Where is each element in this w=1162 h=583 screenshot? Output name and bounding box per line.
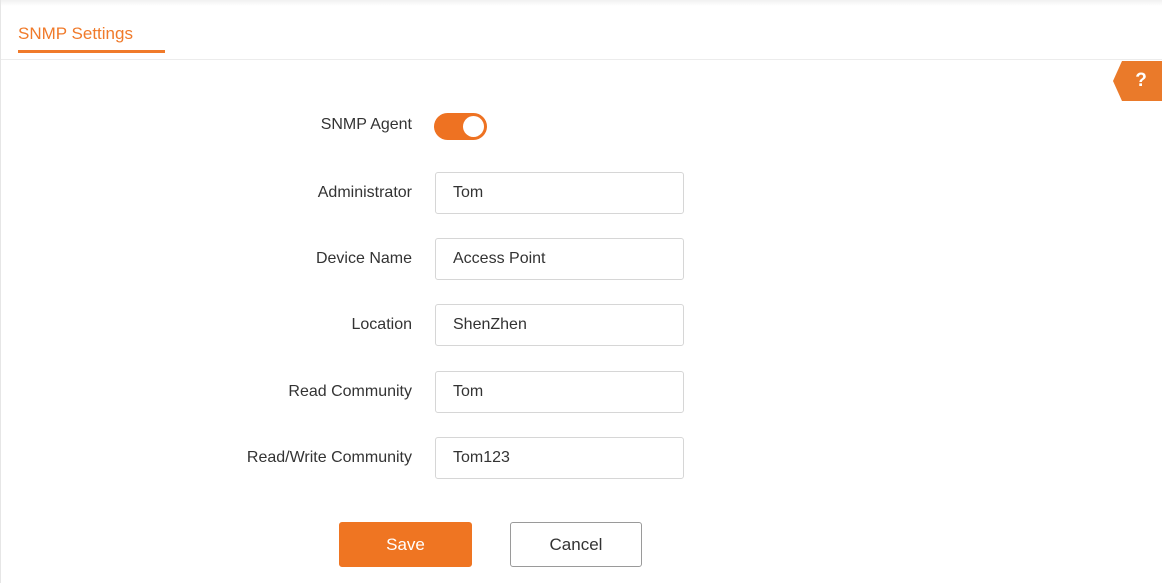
administrator-input[interactable] (435, 172, 684, 214)
row-location: Location (1, 304, 1162, 346)
snmp-settings-panel: SNMP Settings ? SNMP Agent Administrator… (0, 0, 1162, 583)
snmp-agent-label: SNMP Agent (320, 116, 412, 133)
cancel-button[interactable]: Cancel (510, 522, 642, 567)
row-device-name: Device Name (1, 238, 1162, 280)
page-title: SNMP Settings (18, 24, 133, 43)
location-input[interactable] (435, 304, 684, 346)
row-read-community: Read Community (1, 371, 1162, 413)
toggle-knob (463, 116, 484, 137)
read-write-community-label: Read/Write Community (246, 449, 412, 466)
title-underline (18, 50, 165, 53)
read-community-input[interactable] (435, 371, 684, 413)
location-label: Location (351, 316, 413, 333)
device-name-input[interactable] (435, 238, 684, 280)
device-name-label: Device Name (315, 250, 412, 267)
administrator-label: Administrator (317, 184, 412, 201)
help-icon[interactable]: ? (1113, 61, 1162, 101)
row-snmp-agent: SNMP Agent (1, 104, 1162, 146)
read-community-label: Read Community (288, 383, 412, 400)
snmp-agent-toggle[interactable] (434, 113, 487, 140)
read-write-community-input[interactable] (435, 437, 684, 479)
row-administrator: Administrator (1, 172, 1162, 214)
panel-header: SNMP Settings (1, 0, 1162, 60)
save-button[interactable]: Save (339, 522, 472, 567)
row-read-write-community: Read/Write Community (1, 437, 1162, 479)
